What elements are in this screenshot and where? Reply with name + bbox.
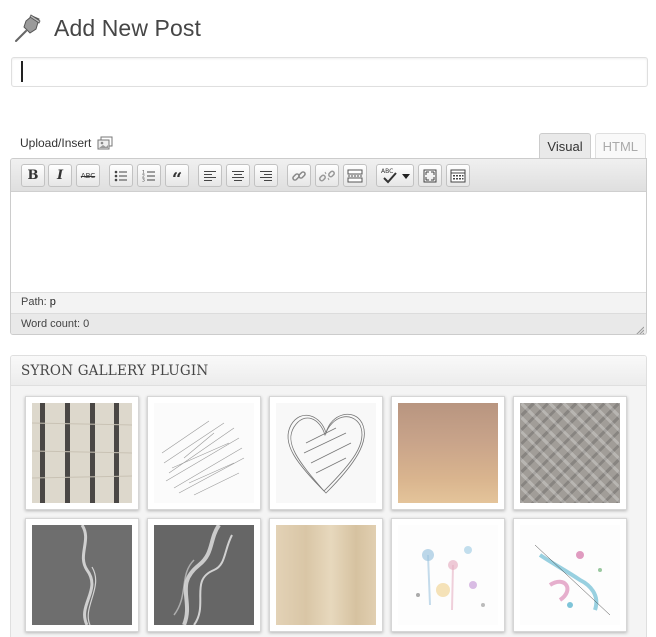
ink-splatter-image xyxy=(520,525,620,625)
align-left-icon xyxy=(204,170,216,181)
bold-icon: B xyxy=(27,168,39,183)
editor-content-area[interactable] xyxy=(11,192,646,293)
numbered-list-button[interactable]: 1 2 3 xyxy=(137,164,161,187)
diamond-plate-image xyxy=(520,403,620,503)
editor-toolbar: B I ABC 1 2 3 “ ABC xyxy=(11,159,646,192)
svg-text:ABC: ABC xyxy=(381,168,393,175)
align-right-icon xyxy=(260,170,272,181)
gallery-thumb-smoke-swirl[interactable] xyxy=(147,518,261,632)
smoke-wisp-image xyxy=(32,525,132,625)
gallery-thumb-paint-splatter[interactable] xyxy=(391,518,505,632)
align-left-button[interactable] xyxy=(198,164,222,187)
gallery-plugin-title: SYRON GALLERY PLUGIN xyxy=(11,356,646,386)
upload-insert-label: Upload/Insert xyxy=(20,136,92,150)
gallery-plugin-box: SYRON GALLERY PLUGIN xyxy=(10,355,647,637)
post-editor: B I ABC 1 2 3 “ ABC Path: p Word count: … xyxy=(10,158,647,335)
kitchen-sink-button[interactable] xyxy=(446,164,470,187)
align-center-button[interactable] xyxy=(226,164,250,187)
spellcheck-icon: ABC xyxy=(380,167,400,185)
plywood-image xyxy=(276,525,376,625)
fullscreen-icon xyxy=(423,169,437,182)
gallery-thumb-pencil-scribble[interactable] xyxy=(147,396,261,510)
upload-insert-bar: Upload/Insert xyxy=(20,136,113,150)
post-title-input[interactable] xyxy=(11,57,648,87)
editor-path-bar: Path: p xyxy=(11,293,646,314)
remove-link-button[interactable] xyxy=(315,164,339,187)
wood-bars-image xyxy=(32,403,132,503)
gallery-thumb-copper-texture[interactable] xyxy=(391,396,505,510)
insert-more-button[interactable] xyxy=(343,164,367,187)
blockquote-icon: “ xyxy=(171,168,183,190)
gallery-thumb-sketched-heart[interactable] xyxy=(269,396,383,510)
gallery-thumb-plywood[interactable] xyxy=(269,518,383,632)
kitchen-sink-icon xyxy=(450,169,466,182)
page-title: Add New Post xyxy=(54,14,201,41)
gallery-thumb-smoke-wisp[interactable] xyxy=(25,518,139,632)
italic-button[interactable]: I xyxy=(48,164,72,187)
path-element-link[interactable]: p xyxy=(50,296,56,308)
paint-splatter-image xyxy=(398,525,498,625)
strikethrough-button[interactable]: ABC xyxy=(76,164,100,187)
blockquote-button[interactable]: “ xyxy=(165,164,189,190)
link-icon xyxy=(292,170,306,181)
bullet-list-icon xyxy=(114,170,127,181)
align-right-button[interactable] xyxy=(254,164,278,187)
unlink-icon xyxy=(319,170,335,181)
copper-texture-image xyxy=(398,403,498,503)
numbered-list-icon: 1 2 3 xyxy=(142,169,155,183)
word-count: Word count: 0 xyxy=(11,314,646,334)
bullet-list-button[interactable] xyxy=(109,164,133,187)
spellcheck-dropdown[interactable]: ABC xyxy=(376,164,414,187)
editor-tabs: Visual HTML xyxy=(539,133,646,160)
pin-icon xyxy=(12,11,44,45)
gallery-thumb-wood-bars[interactable] xyxy=(25,396,139,510)
italic-icon: I xyxy=(56,168,64,183)
chevron-down-icon xyxy=(402,174,410,179)
fullscreen-button[interactable] xyxy=(418,164,442,187)
smoke-swirl-image xyxy=(154,525,254,625)
svg-text:3: 3 xyxy=(142,177,145,183)
page-header: Add New Post xyxy=(12,10,201,46)
gallery-thumb-diamond-plate[interactable] xyxy=(513,396,627,510)
path-label: Path: xyxy=(21,296,47,308)
pencil-scribble-image xyxy=(154,403,254,503)
tab-html[interactable]: HTML xyxy=(594,133,646,159)
bold-button[interactable]: B xyxy=(21,164,45,187)
sketched-heart-image xyxy=(276,403,376,503)
strikethrough-icon: ABC xyxy=(80,171,96,180)
align-center-icon xyxy=(232,170,244,181)
tab-visual[interactable]: Visual xyxy=(539,133,591,160)
resize-handle-icon[interactable] xyxy=(634,322,645,334)
more-tag-icon xyxy=(347,169,363,182)
media-icon[interactable] xyxy=(97,136,113,150)
gallery-thumb-ink-splatter[interactable] xyxy=(513,518,627,632)
insert-link-button[interactable] xyxy=(287,164,311,187)
text-caret xyxy=(21,61,23,82)
